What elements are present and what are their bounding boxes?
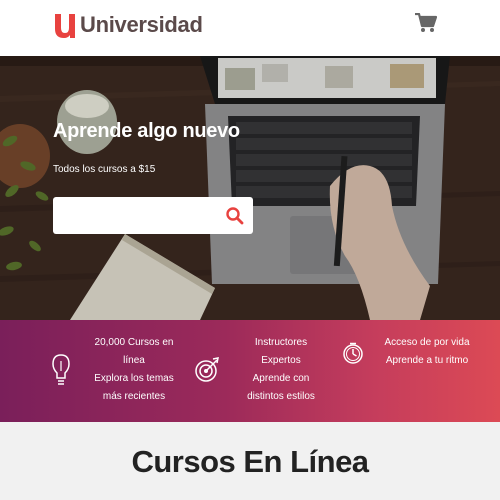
brand-name: Universidad [80, 12, 203, 37]
feature-access-line-2: Aprende a tu ritmo [385, 355, 469, 366]
feature-courses: 20,000 Cursos en línea Explora los temas… [88, 334, 180, 406]
feature-courses-line-1: 20,000 Cursos en [94, 337, 174, 348]
feature-instructors-line-1: Instructores [254, 337, 308, 348]
lightbulb-icon [52, 354, 70, 385]
clock-icon [343, 342, 363, 364]
hero-background-image [0, 56, 500, 320]
feature-courses-line-2: línea [123, 355, 145, 366]
feature-access: Acceso de por vida Aprende a tu ritmo [372, 334, 482, 370]
target-icon [195, 357, 219, 382]
search-icon[interactable] [225, 206, 245, 226]
feature-instructors: Instructores Expertos Aprende con distin… [236, 334, 326, 406]
hero-title: Aprende algo nuevo [53, 120, 240, 142]
feature-instructors-line-3: Aprende con [252, 373, 310, 384]
brand-logo[interactable]: Universidad [52, 10, 203, 40]
feature-courses-line-4: más recientes [102, 391, 166, 402]
features-bar: 20,000 Cursos en línea Explora los temas… [0, 320, 500, 422]
search-box [53, 197, 253, 234]
hero-subtitle: Todos los cursos a $15 [53, 164, 156, 175]
site-header: Universidad [0, 0, 500, 56]
search-input[interactable] [53, 197, 218, 234]
feature-access-line-1: Acceso de por vida [384, 337, 470, 348]
feature-instructors-line-2: Expertos [261, 355, 301, 366]
feature-instructors-line-4: distintos estilos [247, 391, 315, 402]
logo-mark-icon [55, 14, 75, 38]
section-title: Cursos En Línea [131, 444, 369, 479]
feature-courses-line-3: Explora los temas [94, 373, 174, 384]
hero-banner: Aprende algo nuevo Todos los cursos a $1… [0, 56, 500, 320]
shopping-cart-icon[interactable] [415, 13, 437, 33]
